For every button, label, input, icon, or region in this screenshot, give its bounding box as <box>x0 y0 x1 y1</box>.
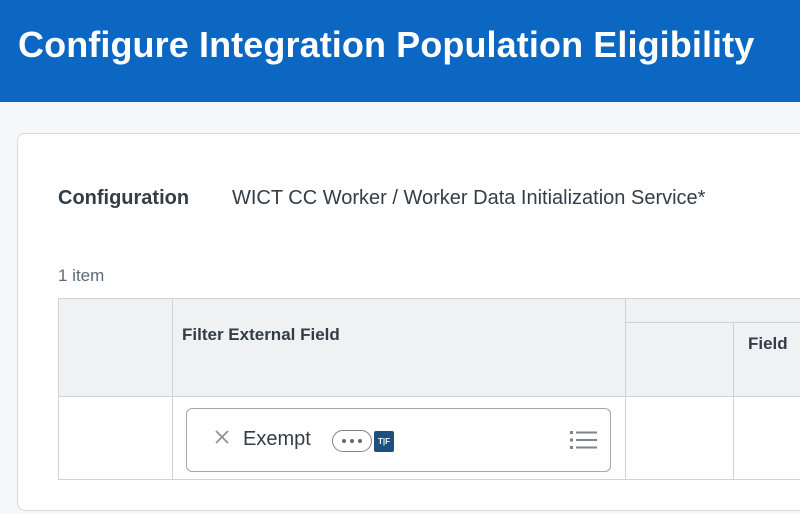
page-header: Configure Integration Population Eligibi… <box>0 0 800 102</box>
grid-divider <box>59 396 800 397</box>
header-cell-blank <box>626 323 734 396</box>
list-icon[interactable] <box>570 429 598 451</box>
grid-divider <box>625 299 626 480</box>
page-title: Configure Integration Population Eligibi… <box>18 24 755 65</box>
configuration-value[interactable]: WICT CC Worker / Worker Data Initializat… <box>232 187 705 210</box>
grid-divider <box>733 323 734 480</box>
item-count: 1 item <box>58 266 105 285</box>
header-cell-group <box>626 299 800 323</box>
header-cell-row-actions <box>59 299 173 396</box>
header-cell-filter-external-field[interactable] <box>173 299 626 396</box>
column-title-filter-external-field: Filter External Field <box>182 325 340 344</box>
selected-value: Exempt <box>243 428 311 450</box>
close-icon[interactable] <box>212 427 232 447</box>
grid-divider <box>626 322 800 323</box>
grid-divider <box>172 299 173 480</box>
column-title-field: Field <box>748 334 788 353</box>
configuration-label: Configuration <box>58 187 190 209</box>
ellipsis-icon[interactable] <box>332 430 372 452</box>
filter-external-field-prompt[interactable]: Exempt T|F <box>186 408 611 472</box>
boolean-type-icon: T|F <box>374 431 394 452</box>
